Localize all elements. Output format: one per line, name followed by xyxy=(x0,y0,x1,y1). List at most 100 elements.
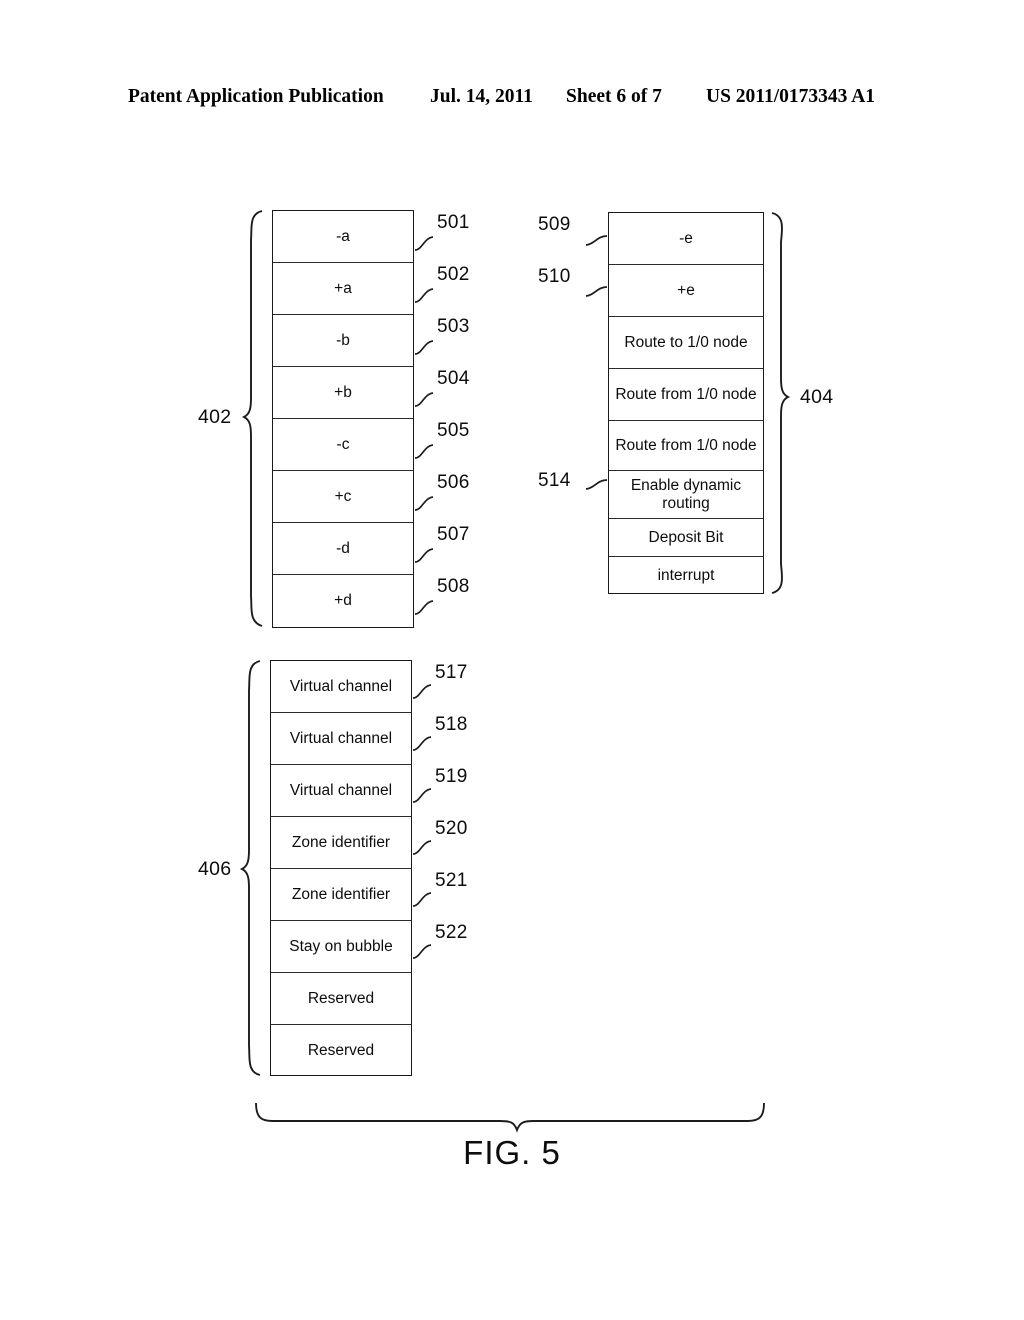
reference-numeral-510: 510 xyxy=(538,266,571,287)
leader-517 xyxy=(412,684,432,699)
register-field-row: +e xyxy=(609,265,763,317)
figure-caption: FIG. 5 xyxy=(463,1134,561,1171)
register-field-label: Reserved xyxy=(307,1042,375,1060)
register-field-row: Stay on bubble xyxy=(271,921,411,973)
leader-519 xyxy=(412,788,432,803)
reference-numeral-502: 502 xyxy=(437,264,470,285)
register-field-label: interrupt xyxy=(657,567,715,585)
leader-503 xyxy=(414,340,434,355)
brace-406 xyxy=(239,660,261,1076)
header-sheet-label: Sheet 6 of 7 xyxy=(566,86,662,107)
reference-numeral-507: 507 xyxy=(437,524,470,545)
register-box-402: -a +a -b +b -c +c -d +d xyxy=(272,210,414,628)
reference-numeral-522: 522 xyxy=(435,922,468,943)
register-field-label: Deposit Bit xyxy=(648,528,724,546)
brace-402 xyxy=(241,210,263,627)
reference-numeral-501: 501 xyxy=(437,212,470,233)
register-field-row: -b xyxy=(273,315,413,367)
register-field-label: -c xyxy=(336,435,350,453)
leader-522 xyxy=(412,944,432,959)
register-field-label: Virtual channel xyxy=(289,781,393,799)
register-field-row: Zone identifier xyxy=(271,817,411,869)
register-field-row: +b xyxy=(273,367,413,419)
register-field-row: Route to 1/0 node xyxy=(609,317,763,369)
register-field-row: +c xyxy=(273,471,413,523)
register-field-row: Virtual channel xyxy=(271,661,411,713)
group-label-406: 406 xyxy=(198,858,232,880)
register-field-row: -c xyxy=(273,419,413,471)
register-field-row: Zone identifier xyxy=(271,869,411,921)
register-field-label: +b xyxy=(334,383,352,401)
register-field-label: +d xyxy=(334,592,352,610)
header-patent-number: US 2011/0173343 A1 xyxy=(706,86,876,107)
leader-510 xyxy=(585,286,608,297)
group-label-402: 402 xyxy=(198,406,232,428)
register-field-label: Zone identifier xyxy=(291,833,391,851)
reference-numeral-504: 504 xyxy=(437,368,470,389)
reference-numeral-518: 518 xyxy=(435,714,468,735)
leader-506 xyxy=(414,496,434,511)
figure-annotations-overlay xyxy=(239,210,791,1133)
register-field-label: Virtual channel xyxy=(289,729,393,747)
reference-numeral-503: 503 xyxy=(437,316,470,337)
register-field-row: Virtual channel xyxy=(271,713,411,765)
register-field-label: Virtual channel xyxy=(289,677,393,695)
header-publication-label: Patent Application Publication xyxy=(128,86,384,107)
register-field-row: interrupt xyxy=(609,557,763,595)
reference-numeral-509: 509 xyxy=(538,214,571,235)
figure-bottom-brace xyxy=(255,1102,765,1133)
register-field-label: Stay on bubble xyxy=(289,937,393,955)
register-field-label: Route to 1/0 node xyxy=(624,333,748,351)
leader-508 xyxy=(414,600,434,615)
register-field-label: Reserved xyxy=(307,989,375,1007)
register-field-row: +d xyxy=(273,575,413,627)
leader-514 xyxy=(585,479,608,490)
leader-518 xyxy=(412,736,432,751)
register-field-row: +a xyxy=(273,263,413,315)
register-field-row: Deposit Bit xyxy=(609,519,763,557)
leader-502 xyxy=(414,288,434,303)
register-field-row: Reserved xyxy=(271,973,411,1025)
register-field-row: Route from 1/0 node xyxy=(609,421,763,471)
register-box-404: -e +e Route to 1/0 node Route from 1/0 node… xyxy=(608,212,764,594)
patent-figure-sheet: Patent Application Publication Jul. 14, … xyxy=(0,0,1024,1320)
register-field-label: Route from 1/0 node xyxy=(615,385,757,403)
reference-numeral-519: 519 xyxy=(435,766,468,787)
register-box-406: Virtual channel Virtual channel Virtual ch… xyxy=(270,660,412,1076)
register-field-label: +a xyxy=(334,279,352,297)
leader-504 xyxy=(414,392,434,407)
leader-501 xyxy=(414,236,434,251)
register-field-row: Virtual channel xyxy=(271,765,411,817)
register-field-label: -a xyxy=(336,227,350,245)
leader-507 xyxy=(414,548,434,563)
register-field-label: -e xyxy=(679,229,693,247)
leader-521 xyxy=(412,892,432,907)
reference-numeral-508: 508 xyxy=(437,576,470,597)
group-label-404: 404 xyxy=(800,386,834,408)
leader-509 xyxy=(585,235,608,246)
register-field-label: Zone identifier xyxy=(291,885,391,903)
register-field-label: -b xyxy=(336,331,350,349)
register-field-row: -e xyxy=(609,213,763,265)
register-field-label: -d xyxy=(336,539,350,557)
register-field-row: Reserved xyxy=(271,1025,411,1077)
reference-numeral-506: 506 xyxy=(437,472,470,493)
register-field-label: Enable dynamic routing xyxy=(630,477,742,512)
reference-numeral-517: 517 xyxy=(435,662,468,683)
leader-505 xyxy=(414,444,434,459)
register-field-row: Enable dynamic routing xyxy=(609,471,763,519)
reference-numeral-521: 521 xyxy=(435,870,468,891)
register-field-label: Route from 1/0 node xyxy=(615,436,757,454)
reference-numeral-514: 514 xyxy=(538,470,571,491)
register-field-row: -a xyxy=(273,211,413,263)
page-header: Patent Application Publication Jul. 14, … xyxy=(0,86,1024,116)
leader-520 xyxy=(412,840,432,855)
header-date-label: Jul. 14, 2011 xyxy=(430,86,533,107)
register-field-label: +c xyxy=(334,487,352,505)
brace-404 xyxy=(771,212,791,594)
reference-numeral-520: 520 xyxy=(435,818,468,839)
reference-numeral-505: 505 xyxy=(437,420,470,441)
register-field-label: +e xyxy=(677,281,695,299)
register-field-row: Route from 1/0 node xyxy=(609,369,763,421)
register-field-row: -d xyxy=(273,523,413,575)
